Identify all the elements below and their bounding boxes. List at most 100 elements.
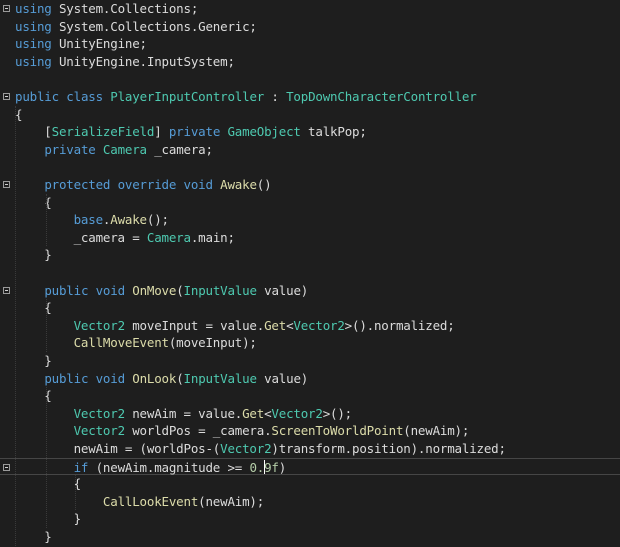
code-line[interactable]: { <box>0 106 620 124</box>
code-line[interactable]: } <box>0 510 620 528</box>
code-text: protected override void Awake() <box>15 176 271 194</box>
code-line[interactable]: { <box>0 387 620 405</box>
code-text: [SerializeField] private GameObject talk… <box>15 123 367 141</box>
code-token: (newAim); <box>198 493 265 509</box>
code-line[interactable]: public void OnMove(InputValue value) <box>0 282 620 300</box>
code-line[interactable]: { <box>0 475 620 493</box>
code-token: private <box>44 141 96 157</box>
code-token: using <box>15 36 52 52</box>
code-token: worldPos = _camera. <box>124 423 272 439</box>
code-line[interactable]: Vector2 newAim = value.Get<Vector2>(); <box>0 405 620 423</box>
code-line[interactable]: } <box>0 528 620 546</box>
code-text: base.Awake(); <box>15 211 169 229</box>
code-token: Vector2 <box>73 423 125 439</box>
code-token: Vector2 <box>293 317 345 333</box>
code-token: (newAim); <box>403 423 470 439</box>
code-line[interactable]: _camera = Camera.main; <box>0 229 620 247</box>
code-line[interactable]: using System.Collections; <box>0 0 620 18</box>
code-line[interactable]: CallMoveEvent(moveInput); <box>0 334 620 352</box>
code-line[interactable]: { <box>0 194 620 212</box>
code-line[interactable]: } <box>0 352 620 370</box>
code-text: Vector2 moveInput = value.Get<Vector2>()… <box>15 317 455 335</box>
code-line[interactable]: protected override void Awake() <box>0 176 620 194</box>
code-text: using UnityEngine; <box>15 35 147 53</box>
code-token: InputValue <box>183 282 257 298</box>
collapse-icon[interactable] <box>3 463 10 471</box>
code-line[interactable]: using UnityEngine.InputSystem; <box>0 53 620 71</box>
code-text: CallMoveEvent(moveInput); <box>15 334 257 352</box>
code-token: ( <box>176 370 184 386</box>
code-line[interactable]: Vector2 moveInput = value.Get<Vector2>()… <box>0 317 620 335</box>
code-text: using System.Collections.Generic; <box>15 18 257 36</box>
code-text: newAim = (worldPos-(Vector2)transform.po… <box>15 440 506 458</box>
code-token: Get <box>264 317 287 333</box>
code-token: } <box>15 529 52 544</box>
code-line[interactable]: { <box>0 299 620 317</box>
code-line[interactable]: base.Awake(); <box>0 211 620 229</box>
code-token: System.Collections; <box>51 1 199 16</box>
code-token: Camera <box>146 229 191 245</box>
code-text: using UnityEngine.InputSystem; <box>15 53 235 71</box>
code-token: ) <box>278 459 287 475</box>
code-text: } <box>15 352 52 370</box>
code-token: OnLook <box>132 370 177 386</box>
code-token: () <box>256 177 272 192</box>
indent-guide <box>46 387 48 528</box>
code-editor[interactable]: using System.Collections; using System.Co… <box>0 0 620 547</box>
code-line[interactable]: private Camera _camera; <box>0 141 620 159</box>
code-token: talkPop; <box>300 124 367 140</box>
code-line[interactable]: public class PlayerInputController : Top… <box>0 88 620 106</box>
code-line[interactable]: CallLookEvent(newAim); <box>0 493 620 511</box>
code-line[interactable]: Vector2 worldPos = _camera.ScreenToWorld… <box>0 422 620 440</box>
text-cursor <box>264 459 266 474</box>
code-token: void <box>95 282 126 298</box>
code-token: 0.9f <box>249 459 279 475</box>
code-token: _camera = <box>15 229 147 245</box>
code-token: void <box>95 370 126 386</box>
code-token: SerializeField <box>51 124 155 140</box>
code-token: >(); <box>322 405 353 421</box>
collapse-icon[interactable] <box>3 181 10 188</box>
code-text: public void OnLook(InputValue value) <box>15 370 308 388</box>
code-line[interactable]: [SerializeField] private GameObject talk… <box>0 123 620 141</box>
code-token: PlayerInputController <box>110 89 265 104</box>
code-line[interactable]: if (newAim.magnitude >= 0.9f) <box>0 457 620 476</box>
code-line[interactable] <box>0 158 620 176</box>
collapse-icon[interactable] <box>3 5 10 12</box>
code-line[interactable]: using System.Collections.Generic; <box>0 18 620 36</box>
code-line[interactable] <box>0 264 620 282</box>
code-line[interactable]: } <box>0 246 620 264</box>
code-token: } <box>15 353 52 368</box>
collapse-icon[interactable] <box>3 93 10 100</box>
indent-guide <box>75 475 77 511</box>
code-token: Camera <box>102 141 147 157</box>
code-token: (); <box>146 212 169 228</box>
code-token: (moveInput); <box>168 335 257 351</box>
code-token: >().normalized; <box>344 317 455 333</box>
collapse-icon[interactable] <box>3 286 10 294</box>
code-line[interactable]: using UnityEngine; <box>0 35 620 53</box>
code-token: UnityEngine; <box>51 36 147 52</box>
code-token: CallMoveEvent <box>73 335 169 351</box>
code-token: moveInput = value. <box>124 317 265 333</box>
code-token: if <box>73 459 89 475</box>
code-line[interactable]: newAim = (worldPos-(Vector2)transform.po… <box>0 440 620 458</box>
code-token: using <box>15 53 52 69</box>
code-token: ScreenToWorldPoint <box>271 423 404 439</box>
code-line[interactable]: public void OnLook(InputValue value) <box>0 370 620 388</box>
code-token: [ <box>15 124 52 140</box>
code-line[interactable] <box>0 70 620 88</box>
code-token: protected <box>44 177 111 192</box>
code-token: } <box>15 247 52 263</box>
code-text: using System.Collections; <box>15 0 198 18</box>
code-token: ] <box>154 124 169 140</box>
